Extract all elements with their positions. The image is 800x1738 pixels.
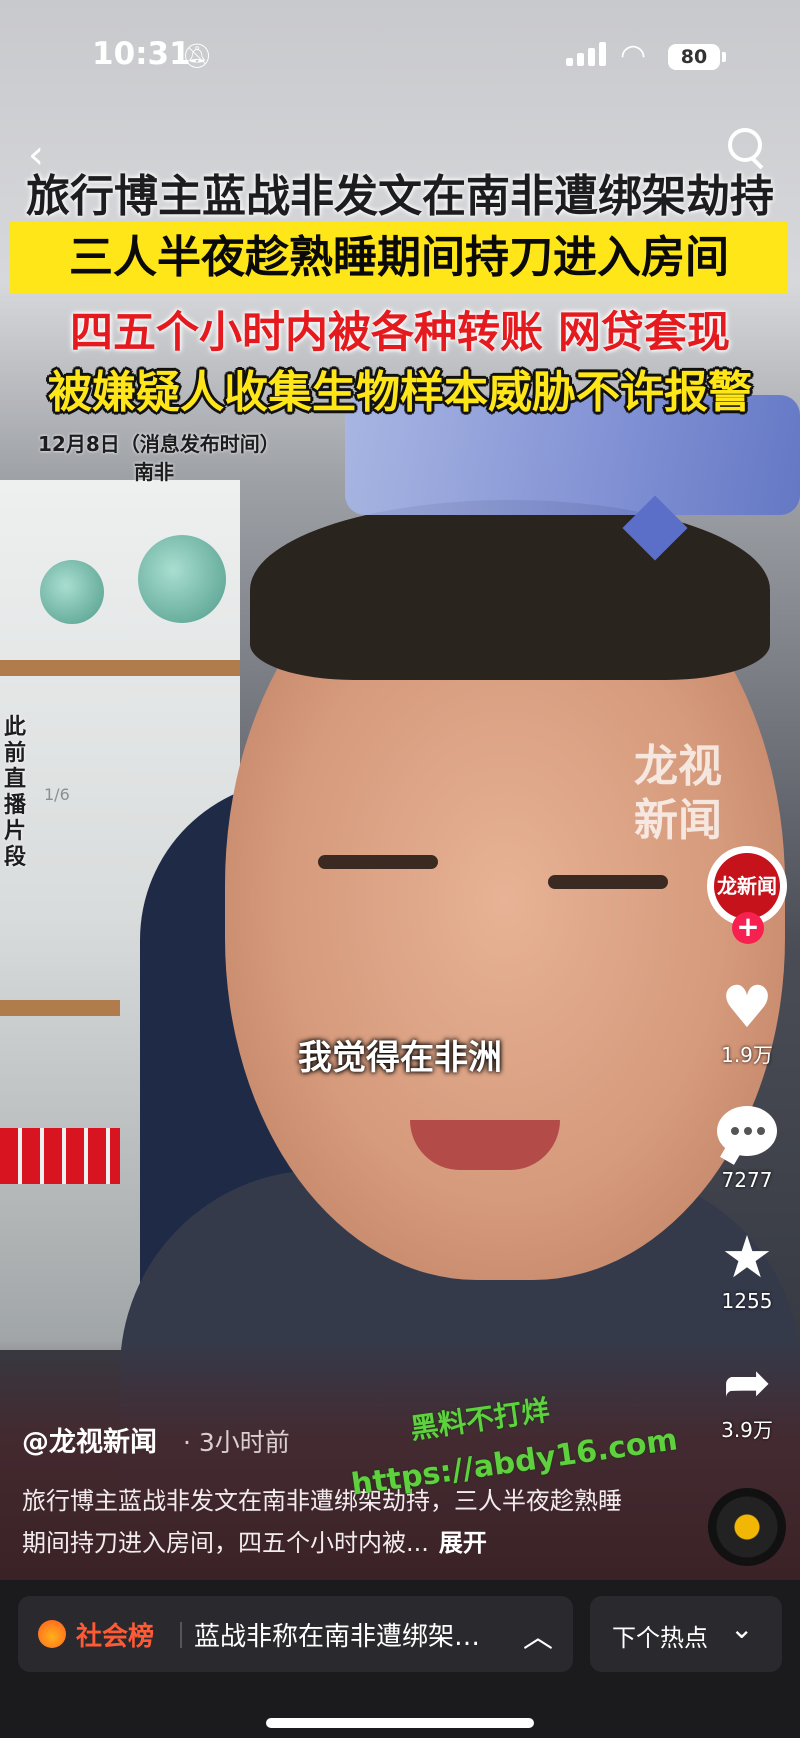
headline-line-1: 旅行博主蓝战非发文在南非遭绑架劫持 — [26, 171, 774, 222]
video-pager: 1/6 — [44, 785, 70, 804]
shelf — [0, 1000, 120, 1016]
heart-icon: ♥ — [721, 973, 773, 1041]
expand-link[interactable]: 展开 — [439, 1529, 487, 1557]
vertical-caption: 此前直播片段 — [4, 715, 27, 870]
fire-icon — [38, 1620, 66, 1648]
hot-topic-title: 蓝战非称在南非遭绑架… — [194, 1622, 481, 1652]
star-icon: ★ — [721, 1223, 773, 1291]
share-count: 3.9万 — [721, 1418, 773, 1442]
person-eye — [548, 875, 668, 889]
headline-line-3: 四五个小时内被各种转账 网贷套现 — [70, 308, 730, 358]
post-time: · 3小时前 — [183, 1428, 290, 1457]
person-hair — [250, 500, 770, 680]
next-hot-label: 下个热点 — [612, 1624, 708, 1652]
signal-icon — [566, 42, 608, 66]
comment-count: 7277 — [721, 1168, 773, 1192]
status-time: 10:31 — [92, 36, 191, 72]
like-button[interactable]: ♥ 1.9万 — [700, 975, 794, 1068]
person-eye — [318, 855, 438, 869]
hot-topic-item[interactable]: 社会榜 蓝战非称在南非遭绑架… ︿ — [18, 1596, 573, 1672]
headline-line-4: 被嫌疑人收集生物样本威胁不许报警 — [48, 367, 752, 418]
video-subtitle: 我觉得在非洲 — [298, 1038, 502, 1078]
wifi-icon: ◠ — [620, 38, 647, 73]
next-hot-button[interactable]: 下个热点 ⌄ — [590, 1596, 782, 1672]
headline-line-2: 三人半夜趁熟睡期间持刀进入房间 — [10, 222, 788, 294]
status-bar: 10:31 🔕︎ ◠ 80 — [0, 36, 800, 86]
publish-date: 12月8日（消息发布时间） — [38, 432, 280, 456]
shelf — [0, 660, 240, 676]
location-label: 南非 — [134, 460, 174, 484]
favorite-button[interactable]: ★ 1255 — [700, 1225, 794, 1313]
post-description: 旅行博主蓝战非发文在南非遭绑架劫持，三人半夜趁熟睡期间持刀进入房间，四五个小时内… — [22, 1480, 632, 1564]
double-chevron-down-icon: ⌄ — [730, 1612, 754, 1645]
favorite-count: 1255 — [721, 1289, 773, 1313]
hot-category: 社会榜 — [76, 1622, 155, 1652]
battery-icon: 80 — [668, 44, 726, 70]
decor-vase — [138, 535, 226, 623]
description-text: 旅行博主蓝战非发文在南非遭绑架劫持，三人半夜趁熟睡期间持刀进入房间，四五个小时内… — [22, 1487, 622, 1557]
bell-muted-icon: 🔕︎ — [182, 42, 213, 70]
music-disc-icon[interactable] — [708, 1488, 786, 1566]
comment-button[interactable]: 7277 — [700, 1100, 794, 1192]
decor-vase — [40, 560, 104, 624]
channel-watermark: 龙视新闻 — [634, 741, 722, 846]
follow-plus-button[interactable]: + — [732, 912, 764, 944]
share-icon: ➦ — [722, 1348, 772, 1416]
share-button[interactable]: ➦ 3.9万 — [700, 1350, 794, 1443]
like-count: 1.9万 — [721, 1043, 773, 1067]
home-indicator[interactable] — [266, 1718, 534, 1728]
divider — [180, 1622, 182, 1648]
comment-icon — [700, 1100, 794, 1168]
hot-topic-bar: 社会榜 蓝战非称在南非遭绑架… ︿ 下个热点 ⌄ — [0, 1580, 800, 1738]
decor-cans — [0, 1128, 120, 1184]
chevron-up-icon[interactable]: ︿ — [523, 1612, 553, 1656]
author-name[interactable]: @龙视新闻 — [22, 1420, 157, 1459]
